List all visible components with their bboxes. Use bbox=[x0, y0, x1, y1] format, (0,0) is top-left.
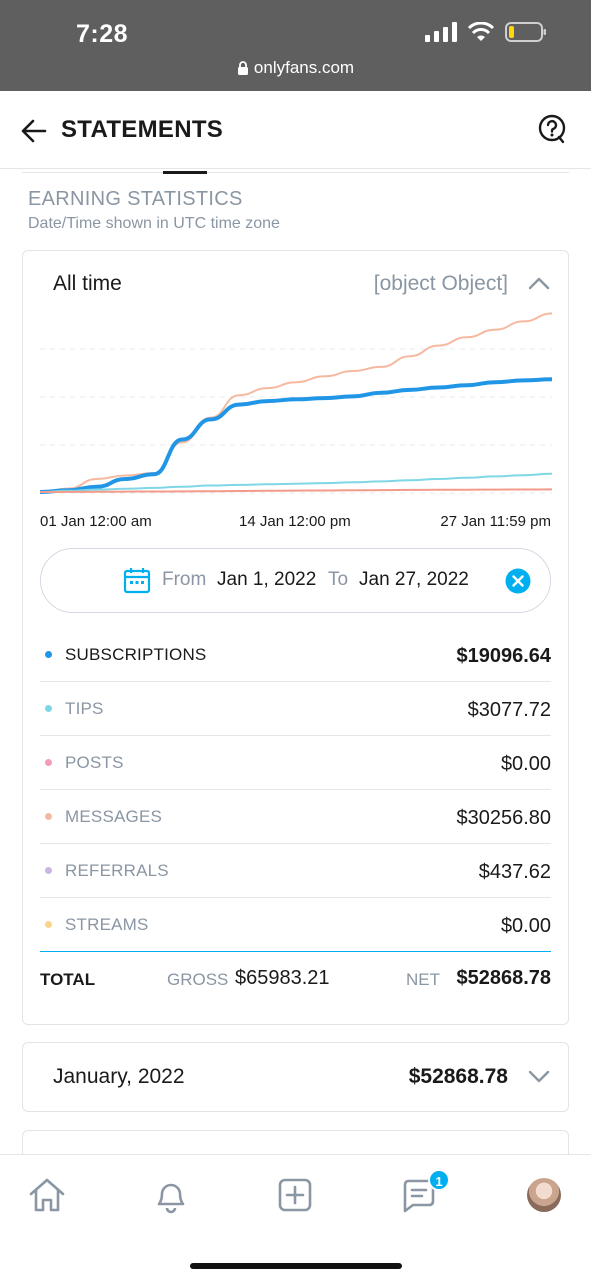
calendar-icon bbox=[123, 568, 151, 594]
month-value: $52868.78 bbox=[408, 1065, 508, 1088]
messages-badge: 1 bbox=[428, 1169, 450, 1191]
row-value: $0.00 bbox=[500, 915, 551, 937]
breakdown-row-posts: POSTS $0.00 bbox=[40, 736, 551, 790]
to-date[interactable]: Jan 27, 2022 bbox=[359, 569, 469, 591]
x-tick-label: 01 Jan 12:00 am bbox=[40, 513, 152, 530]
legend-dot bbox=[45, 867, 52, 874]
home-indicator bbox=[190, 1263, 402, 1269]
avatar[interactable] bbox=[527, 1178, 561, 1212]
gross-value: $65983.21 bbox=[235, 967, 330, 989]
total-label: TOTAL bbox=[40, 970, 96, 989]
legend-dot bbox=[45, 651, 52, 658]
breakdown-row-subscriptions: SUBSCRIPTIONS $19096.64 bbox=[40, 628, 551, 682]
date-range-picker[interactable]: From Jan 1, 2022 To Jan 27, 2022 bbox=[40, 548, 551, 613]
tabs-divider bbox=[22, 172, 569, 173]
earnings-breakdown: SUBSCRIPTIONS $19096.64 TIPS $3077.72 PO… bbox=[40, 628, 551, 952]
legend-dot bbox=[45, 813, 52, 820]
back-arrow-icon[interactable] bbox=[20, 117, 48, 145]
earnings-card: All time [object Object] 01 Jan 12:00 am… bbox=[22, 250, 569, 1025]
wifi-icon bbox=[467, 22, 495, 41]
row-label: MESSAGES bbox=[65, 807, 163, 826]
x-tick-label: 27 Jan 11:59 pm bbox=[440, 513, 551, 530]
totals-row: TOTAL GROSS $65983.21 NET $52868.78 bbox=[40, 967, 551, 997]
gross-label: GROSS bbox=[167, 970, 229, 989]
row-label: SUBSCRIPTIONS bbox=[65, 645, 207, 664]
home-icon[interactable] bbox=[27, 1175, 67, 1215]
chevron-down-icon[interactable] bbox=[528, 1069, 550, 1085]
breakdown-row-streams: STREAMS $0.00 bbox=[40, 898, 551, 952]
series-line-subscriptions bbox=[40, 377, 552, 494]
net-label: NET bbox=[406, 970, 440, 989]
status-bar: 7:28 onlyfans.com bbox=[0, 0, 591, 91]
row-value: $3077.72 bbox=[467, 699, 551, 721]
status-time: 7:28 bbox=[76, 20, 129, 48]
month-statement-card[interactable]: January, 2022 $52868.78 bbox=[22, 1042, 569, 1112]
status-icons bbox=[425, 22, 547, 42]
net-value: $52868.78 bbox=[456, 967, 551, 989]
add-post-icon[interactable] bbox=[275, 1175, 315, 1215]
month-label: January, 2022 bbox=[53, 1065, 185, 1088]
url-text: onlyfans.com bbox=[253, 58, 355, 77]
row-label: TIPS bbox=[65, 699, 104, 718]
legend-dot bbox=[45, 921, 52, 928]
url-bar[interactable]: onlyfans.com bbox=[0, 58, 591, 78]
period-total: [object Object] bbox=[373, 272, 508, 295]
row-label: POSTS bbox=[65, 753, 124, 772]
to-label: To bbox=[328, 569, 349, 590]
bottom-nav: 1 bbox=[0, 1154, 591, 1280]
active-tab-indicator bbox=[163, 171, 207, 174]
legend-dot bbox=[45, 759, 52, 766]
breakdown-row-tips: TIPS $3077.72 bbox=[40, 682, 551, 736]
breakdown-row-messages: MESSAGES $30256.80 bbox=[40, 790, 551, 844]
notifications-icon[interactable] bbox=[151, 1175, 191, 1215]
row-value: $0.00 bbox=[500, 753, 551, 775]
from-label: From bbox=[162, 569, 207, 590]
legend-dot bbox=[45, 705, 52, 712]
lock-icon bbox=[237, 61, 248, 75]
row-label: REFERRALS bbox=[65, 861, 169, 880]
period-label[interactable]: All time bbox=[53, 272, 122, 296]
breakdown-row-referrals: REFERRALS $437.62 bbox=[40, 844, 551, 898]
section-subtitle: Date/Time shown in UTC time zone bbox=[28, 215, 280, 232]
section-title: EARNING STATISTICS bbox=[28, 188, 243, 210]
from-date[interactable]: Jan 1, 2022 bbox=[217, 569, 316, 591]
row-label: STREAMS bbox=[65, 915, 149, 934]
clear-date-icon[interactable] bbox=[505, 568, 531, 594]
row-value: $437.62 bbox=[478, 861, 551, 883]
series-line-messages bbox=[40, 312, 552, 493]
app-header: STATEMENTS bbox=[0, 91, 591, 169]
battery-icon bbox=[505, 22, 546, 42]
page-title: STATEMENTS bbox=[61, 116, 224, 143]
row-value: $30256.80 bbox=[456, 807, 551, 829]
row-value: $19096.64 bbox=[456, 645, 551, 667]
signal-icon bbox=[425, 22, 457, 42]
help-icon[interactable] bbox=[537, 114, 567, 144]
earnings-chart bbox=[40, 312, 552, 494]
x-tick-label: 14 Jan 12:00 pm bbox=[239, 513, 351, 530]
chevron-up-icon[interactable] bbox=[528, 275, 550, 291]
